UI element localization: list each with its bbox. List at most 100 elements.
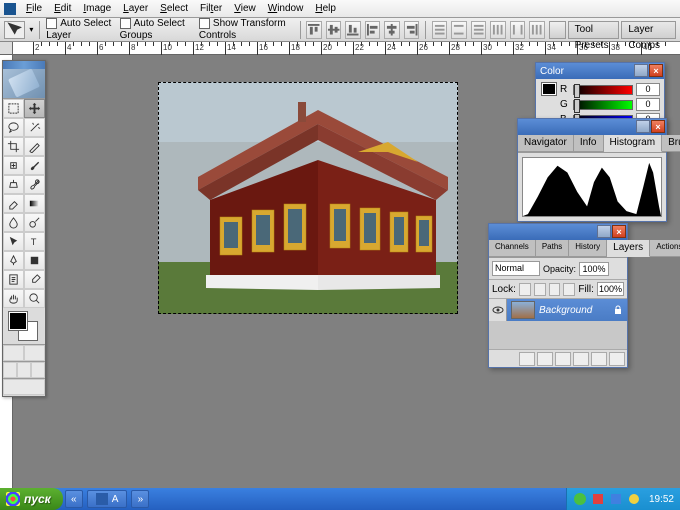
start-button[interactable]: пуск (0, 488, 63, 510)
lock-pixels-icon[interactable] (534, 283, 546, 296)
menu-window[interactable]: Window (262, 1, 310, 16)
align-top-icon[interactable] (306, 21, 321, 39)
layers-panel-titlebar[interactable]: × (489, 224, 627, 240)
align-vcenter-icon[interactable] (326, 21, 341, 39)
show-transform-option[interactable]: Show Transform Controls (199, 18, 294, 40)
tray-icon-2[interactable] (591, 492, 605, 506)
blend-mode-select[interactable]: Normal (492, 261, 540, 276)
hand-tool[interactable] (3, 289, 24, 308)
tab-history[interactable]: History (569, 240, 607, 257)
tab-channels[interactable]: Channels (489, 240, 536, 257)
align-bottom-icon[interactable] (345, 21, 360, 39)
menu-help[interactable]: Help (309, 1, 342, 16)
close-icon[interactable]: × (612, 225, 626, 238)
lasso-tool[interactable] (3, 118, 24, 137)
distribute-left-icon[interactable] (490, 21, 505, 39)
histogram-panel-titlebar[interactable]: × (518, 119, 666, 135)
brush-tool[interactable] (24, 156, 45, 175)
layer-mask-icon[interactable] (555, 352, 571, 366)
align-hcenter-icon[interactable] (384, 21, 399, 39)
shape-tool[interactable] (24, 251, 45, 270)
tab-navigator[interactable]: Navigator (518, 135, 574, 152)
tool-preset-picker[interactable] (4, 21, 25, 39)
screen-full-menubar[interactable] (17, 362, 31, 378)
color-panel-titlebar[interactable]: Color × (536, 63, 664, 79)
minimize-icon[interactable] (597, 225, 611, 238)
link-layers-icon[interactable] (519, 352, 535, 366)
screen-standard[interactable] (3, 362, 17, 378)
ruler-origin[interactable] (0, 42, 13, 55)
notes-tool[interactable] (3, 270, 24, 289)
standard-mode[interactable] (3, 345, 24, 361)
slice-tool[interactable] (24, 137, 45, 156)
close-icon[interactable]: × (649, 64, 663, 77)
tab-histogram[interactable]: Histogram (604, 135, 663, 152)
eyedropper-tool[interactable] (24, 270, 45, 289)
layer-row[interactable]: Background (489, 299, 627, 321)
path-selection-tool[interactable] (3, 232, 24, 251)
tab-actions[interactable]: Actions (650, 240, 680, 257)
lock-transparency-icon[interactable] (519, 283, 531, 296)
auto-select-layer-option[interactable]: Auto Select Layer (46, 18, 115, 40)
tab-layers[interactable]: Layers (607, 240, 650, 257)
type-tool[interactable]: T (24, 232, 45, 251)
blur-tool[interactable] (3, 213, 24, 232)
minimize-icon[interactable] (634, 64, 648, 77)
align-left-icon[interactable] (365, 21, 380, 39)
tab-info[interactable]: Info (574, 135, 604, 152)
move-tool[interactable] (24, 99, 45, 118)
clone-stamp-tool[interactable] (3, 175, 24, 194)
marquee-tool[interactable] (3, 99, 24, 118)
menu-select[interactable]: Select (154, 1, 194, 16)
screen-full[interactable] (31, 362, 45, 378)
layer-name[interactable]: Background (539, 305, 592, 316)
toolbox-drag-handle[interactable] (3, 61, 45, 69)
color-fg-swatch[interactable] (542, 83, 556, 95)
r-slider[interactable] (573, 85, 633, 95)
crop-tool[interactable] (3, 137, 24, 156)
gradient-tool[interactable] (24, 194, 45, 213)
layer-style-icon[interactable] (537, 352, 553, 366)
quickmask-mode[interactable] (24, 345, 45, 361)
task-overflow[interactable]: » (131, 490, 149, 508)
lock-all-icon[interactable] (563, 283, 575, 296)
tab-brushes[interactable]: Brushes (662, 135, 680, 152)
g-value[interactable]: 0 (636, 98, 660, 111)
dodge-tool[interactable] (24, 213, 45, 232)
auto-select-groups-option[interactable]: Auto Select Groups (120, 18, 195, 40)
fill-value[interactable]: 100% (597, 282, 624, 296)
well-layer-comps[interactable]: Layer Comps (621, 21, 676, 39)
new-layer-icon[interactable] (591, 352, 607, 366)
tray-icon-3[interactable] (609, 492, 623, 506)
lock-position-icon[interactable] (549, 283, 561, 296)
distribute-vcenter-icon[interactable] (451, 21, 466, 39)
minimize-icon[interactable] (636, 120, 650, 133)
magic-wand-tool[interactable] (24, 118, 45, 137)
palette-toggle[interactable] (549, 21, 566, 39)
document-window[interactable] (158, 82, 458, 314)
menu-image[interactable]: Image (77, 1, 117, 16)
menu-view[interactable]: View (228, 1, 262, 16)
task-item[interactable]: A (87, 490, 128, 508)
delete-layer-icon[interactable] (609, 352, 625, 366)
visibility-toggle-icon[interactable] (489, 299, 507, 321)
distribute-right-icon[interactable] (529, 21, 544, 39)
tab-paths[interactable]: Paths (536, 240, 569, 257)
new-group-icon[interactable] (573, 352, 589, 366)
menu-file[interactable]: FFileile (20, 1, 48, 16)
align-right-icon[interactable] (404, 21, 419, 39)
layer-thumbnail[interactable] (511, 301, 535, 319)
menu-filter[interactable]: Filter (194, 1, 228, 16)
distribute-top-icon[interactable] (432, 21, 447, 39)
distribute-bottom-icon[interactable] (471, 21, 486, 39)
menu-edit[interactable]: Edit (48, 1, 77, 16)
eraser-tool[interactable] (3, 194, 24, 213)
history-brush-tool[interactable] (24, 175, 45, 194)
pen-tool[interactable] (3, 251, 24, 270)
jump-to-imageready[interactable] (3, 379, 45, 395)
tray-icon-4[interactable] (627, 492, 641, 506)
close-icon[interactable]: × (651, 120, 665, 133)
foreground-color[interactable] (9, 312, 27, 330)
tray-icon-1[interactable] (573, 492, 587, 506)
quicklaunch-toggle[interactable]: « (65, 490, 83, 508)
